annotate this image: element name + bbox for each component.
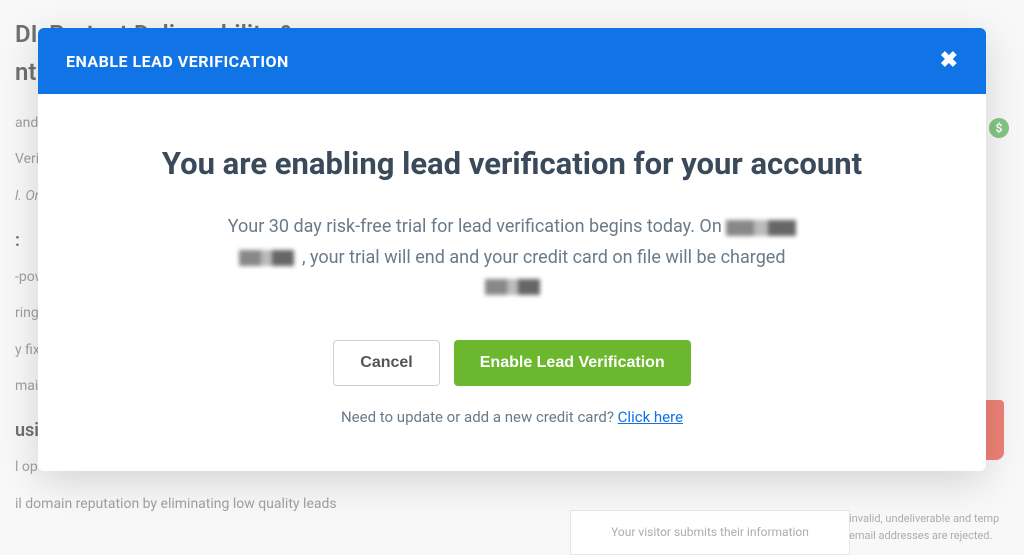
- enable-lead-verification-button[interactable]: Enable Lead Verification: [454, 340, 691, 386]
- redacted-date: [726, 220, 796, 236]
- cc-prompt-text: Need to update or add a new credit card?: [341, 408, 618, 426]
- credit-card-update-prompt: Need to update or add a new credit card?…: [98, 408, 926, 426]
- description-part2: , your trial will end and your credit ca…: [302, 247, 786, 268]
- update-credit-card-link[interactable]: Click here: [618, 408, 683, 426]
- description-part1: Your 30 day risk-free trial for lead ver…: [228, 216, 722, 237]
- modal-description: Your 30 day risk-free trial for lead ver…: [98, 212, 926, 295]
- modal-header: ENABLE LEAD VERIFICATION ✖: [38, 28, 986, 94]
- modal-overlay: ENABLE LEAD VERIFICATION ✖ You are enabl…: [0, 0, 1024, 555]
- button-row: Cancel Enable Lead Verification: [98, 340, 926, 386]
- cancel-button[interactable]: Cancel: [333, 340, 439, 386]
- enable-lead-verification-modal: ENABLE LEAD VERIFICATION ✖ You are enabl…: [38, 28, 986, 471]
- modal-body: You are enabling lead verification for y…: [38, 94, 986, 471]
- modal-heading: You are enabling lead verification for y…: [98, 144, 926, 184]
- redacted-date: [239, 250, 294, 266]
- modal-title: ENABLE LEAD VERIFICATION: [66, 52, 289, 71]
- close-icon[interactable]: ✖: [940, 50, 958, 72]
- redacted-amount: [485, 279, 540, 295]
